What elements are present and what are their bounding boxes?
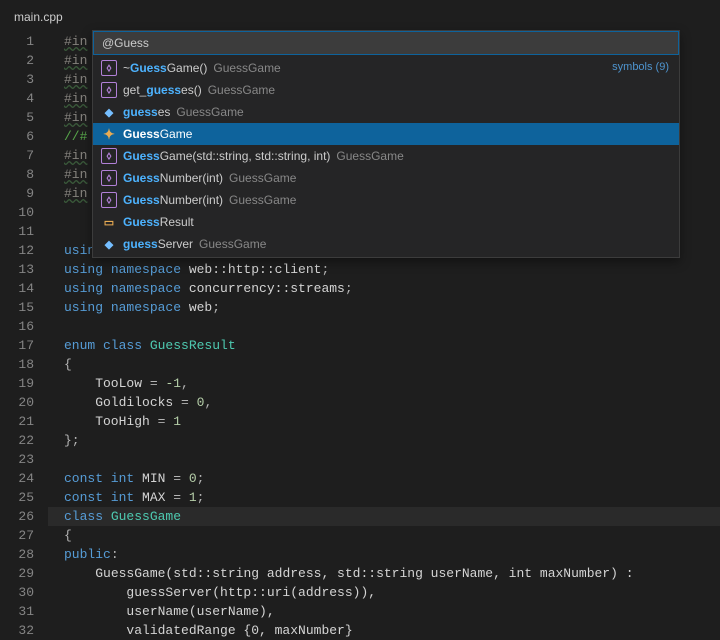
symbol-detail: GuessGame xyxy=(176,105,243,119)
method-icon: ⬨ xyxy=(101,192,117,208)
tab-bar: main.cpp xyxy=(0,0,720,30)
code-line[interactable]: const int MAX = 1; xyxy=(48,488,720,507)
symbol-detail: GuessGame xyxy=(229,171,296,185)
symbol-detail: GuessGame xyxy=(213,61,280,75)
symbol-label: GuessGame xyxy=(123,127,192,141)
line-number-gutter: 1234567891011121314151617181920212223242… xyxy=(0,30,48,640)
symbol-item[interactable]: ⬨ GuessNumber(int) GuessGame xyxy=(93,189,679,211)
code-line[interactable]: using namespace web::http::client; xyxy=(48,260,720,279)
symbol-label: GuessGame(std::string, std::string, int) xyxy=(123,149,330,163)
code-line[interactable]: guessServer(http::uri(address)), xyxy=(48,583,720,602)
code-line[interactable] xyxy=(48,317,720,336)
code-line[interactable]: using namespace web; xyxy=(48,298,720,317)
code-line[interactable]: public: xyxy=(48,545,720,564)
field-icon: ◆ xyxy=(101,104,117,120)
code-line[interactable]: using namespace concurrency::streams; xyxy=(48,279,720,298)
code-line[interactable]: userName(userName), xyxy=(48,602,720,621)
code-line[interactable]: enum class GuessResult xyxy=(48,336,720,355)
symbol-label: GuessNumber(int) xyxy=(123,171,223,185)
code-line[interactable]: { xyxy=(48,355,720,374)
symbol-list: ⬨~GuessGame()GuessGame⬨get_guesses()Gues… xyxy=(93,55,679,257)
symbol-detail: GuessGame xyxy=(336,149,403,163)
code-line[interactable]: }; xyxy=(48,431,720,450)
method-icon: ⬨ xyxy=(101,60,117,76)
class-icon: ✦ xyxy=(101,126,117,142)
symbol-detail: GuessGame xyxy=(199,237,266,251)
method-icon: ⬨ xyxy=(101,82,117,98)
symbol-label: guessServer xyxy=(123,237,193,251)
symbol-item[interactable]: ⬨ get_guesses() GuessGame xyxy=(93,79,679,101)
field-icon: ◆ xyxy=(101,236,117,252)
symbol-item[interactable]: ⬨ ~GuessGame() GuessGame xyxy=(93,57,679,79)
symbol-label: ~GuessGame() xyxy=(123,61,207,75)
symbol-item[interactable]: ⬨ GuessGame(std::string, std::string, int… xyxy=(93,145,679,167)
symbol-detail: GuessGame xyxy=(208,83,275,97)
code-line[interactable]: { xyxy=(48,526,720,545)
symbol-label: GuessResult xyxy=(123,215,194,229)
code-line[interactable]: TooLow = -1, xyxy=(48,374,720,393)
method-icon: ⬨ xyxy=(101,148,117,164)
code-line[interactable]: validatedRange {0, maxNumber} xyxy=(48,621,720,640)
symbol-item[interactable]: ◆ guesses GuessGame xyxy=(93,101,679,123)
symbol-label: guesses xyxy=(123,105,170,119)
method-icon: ⬨ xyxy=(101,170,117,186)
symbol-search-input[interactable] xyxy=(93,31,679,55)
code-line[interactable]: Goldilocks = 0, xyxy=(48,393,720,412)
code-line[interactable]: const int MIN = 0; xyxy=(48,469,720,488)
symbol-label: get_guesses() xyxy=(123,83,202,97)
symbol-item[interactable]: ⬨ GuessNumber(int) GuessGame xyxy=(93,167,679,189)
code-line[interactable]: class GuessGame xyxy=(48,507,720,526)
symbol-label: GuessNumber(int) xyxy=(123,193,223,207)
symbol-item[interactable]: ◆ guessServer GuessGame xyxy=(93,233,679,255)
tab-main-cpp[interactable]: main.cpp xyxy=(0,4,77,30)
symbol-search-popup: symbols (9) ⬨~GuessGame()GuessGame⬨get_g… xyxy=(92,30,680,258)
symbol-item[interactable]: ▭ GuessResult xyxy=(93,211,679,233)
enum-icon: ▭ xyxy=(101,214,117,230)
symbol-item[interactable]: ✦ GuessGame xyxy=(93,123,679,145)
symbol-detail: GuessGame xyxy=(229,193,296,207)
code-line[interactable]: GuessGame(std::string address, std::stri… xyxy=(48,564,720,583)
symbol-count-label: symbols (9) xyxy=(612,61,669,73)
code-line[interactable]: TooHigh = 1 xyxy=(48,412,720,431)
code-line[interactable] xyxy=(48,450,720,469)
